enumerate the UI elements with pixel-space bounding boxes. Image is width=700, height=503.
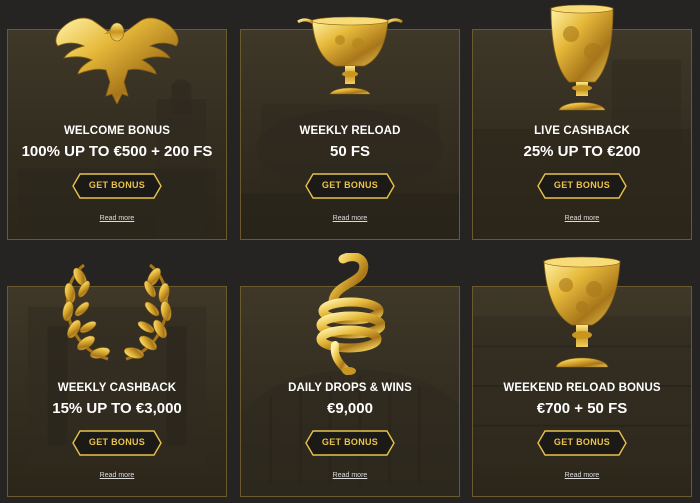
- get-bonus-label: GET BONUS: [553, 437, 611, 447]
- promo-card-weekly-reload: WEEKLY RELOAD 50 FS GET BONUS Read more: [240, 16, 460, 240]
- promo-amount: 25% UP TO €200: [523, 143, 641, 160]
- golden-snake-ring-icon: [315, 252, 386, 375]
- read-more-link[interactable]: Read more: [241, 472, 459, 479]
- promo-amount: 50 FS: [329, 143, 371, 160]
- get-bonus-button[interactable]: GET BONUS: [537, 430, 627, 456]
- promo-card-weekend-reload-bonus: WEEKEND RELOAD BONUS €700 + 50 FS GET BO…: [472, 256, 692, 497]
- get-bonus-label: GET BONUS: [88, 180, 146, 190]
- promo-card-welcome-bonus: WELCOME BONUS 100% UP TO €500 + 200 FS G…: [7, 17, 227, 240]
- promo-card-live-cashback: LIVE CASHBACK 25% UP TO €200 GET BONUS R…: [472, 4, 692, 240]
- promo-title: WEEKLY CASHBACK: [57, 382, 177, 394]
- get-bonus-button[interactable]: GET BONUS: [305, 173, 395, 199]
- get-bonus-label: GET BONUS: [88, 437, 146, 447]
- promo-amount: 100% UP TO €500 + 200 FS: [21, 143, 213, 160]
- promo-amount: €700 + 50 FS: [536, 400, 628, 417]
- golden-chalice-icon: [294, 14, 406, 104]
- get-bonus-button[interactable]: GET BONUS: [72, 430, 162, 456]
- golden-goblet-icon: [545, 4, 619, 116]
- promo-amount: 15% UP TO €3,000: [52, 400, 182, 417]
- promo-card-daily-drops-wins: DAILY DROPS & WINS €9,000 GET BONUS Read…: [240, 252, 460, 497]
- golden-eagle-icon: [54, 16, 180, 105]
- get-bonus-button[interactable]: GET BONUS: [72, 173, 162, 199]
- get-bonus-label: GET BONUS: [321, 437, 379, 447]
- golden-cup-icon: [538, 255, 626, 373]
- read-more-link[interactable]: Read more: [473, 215, 691, 222]
- promo-amount: €9,000: [327, 400, 373, 417]
- read-more-link[interactable]: Read more: [473, 472, 691, 479]
- promo-title: DAILY DROPS & WINS: [288, 382, 412, 394]
- promo-title: LIVE CASHBACK: [534, 125, 630, 137]
- read-more-link[interactable]: Read more: [241, 215, 459, 222]
- laurel-wreath-icon: [58, 263, 176, 363]
- get-bonus-button[interactable]: GET BONUS: [305, 430, 395, 456]
- promo-card-weekly-cashback: WEEKLY CASHBACK 15% UP TO €3,000 GET BON…: [7, 263, 227, 497]
- get-bonus-label: GET BONUS: [553, 180, 611, 190]
- get-bonus-label: GET BONUS: [321, 180, 379, 190]
- get-bonus-button[interactable]: GET BONUS: [537, 173, 627, 199]
- promo-title: WEEKEND RELOAD BONUS: [503, 382, 661, 394]
- read-more-link[interactable]: Read more: [8, 215, 226, 222]
- promo-title: WEEKLY RELOAD: [299, 125, 401, 137]
- promotions-grid: WELCOME BONUS 100% UP TO €500 + 200 FS G…: [0, 0, 700, 503]
- read-more-link[interactable]: Read more: [8, 472, 226, 479]
- promo-title: WELCOME BONUS: [63, 125, 171, 137]
